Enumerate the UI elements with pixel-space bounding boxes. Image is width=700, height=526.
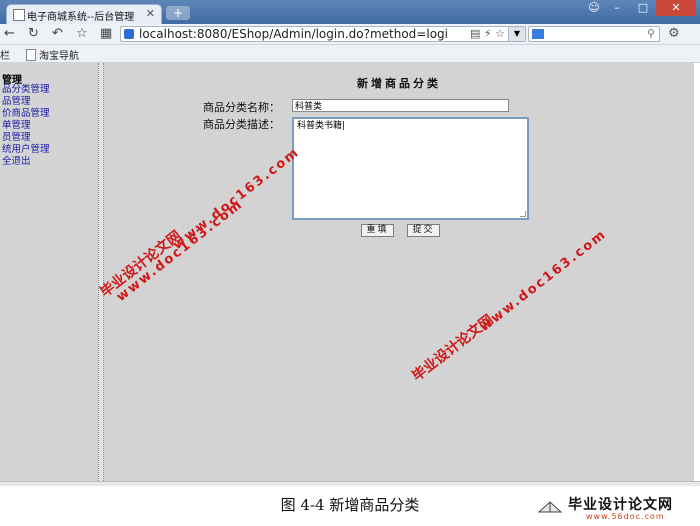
logo-text: 毕业设计论文网 (568, 497, 673, 513)
chevron-down-icon[interactable]: ▼ (508, 27, 525, 41)
admin-sidebar: 管理 品分类管理 品管理 价商品管理 单管理 员管理 统用户管理 全退出 (0, 63, 98, 481)
site-logo: 毕业设计论文网 www.56doc.com (538, 494, 698, 524)
text-cursor: | (342, 121, 346, 131)
category-desc-value: 科普类书籍 (297, 121, 343, 131)
window-controls: ☺ – □ ✕ (584, 0, 696, 16)
address-url[interactable]: localhost:8080/EShop/Admin/login.do?meth… (139, 27, 464, 41)
sidebar-menu: 品分类管理 品管理 价商品管理 单管理 员管理 统用户管理 全退出 (2, 84, 50, 168)
tab-title: 电子商城系统--后台管理 (27, 12, 135, 23)
minimize-icon[interactable]: – (604, 0, 630, 16)
maximize-icon[interactable]: □ (630, 0, 656, 16)
main-content: 新增商品分类 商品分类名称： 商品分类描述： 科普类书籍| 重填 提交 (104, 63, 694, 481)
profile-icon[interactable]: ☺ (584, 0, 604, 16)
bookmark-item[interactable]: 栏 (0, 47, 10, 62)
page-title: 新增商品分类 (357, 77, 441, 90)
close-window-icon[interactable]: ✕ (656, 0, 696, 16)
close-tab-icon[interactable]: ✕ (146, 7, 155, 20)
sidebar-item-category[interactable]: 品分类管理 (2, 84, 50, 96)
reload-icon[interactable]: ↻ (28, 26, 39, 41)
search-engine-icon[interactable] (532, 29, 544, 39)
address-bar-action-icons[interactable]: ▤ ⚡ ☆ (470, 27, 505, 40)
category-name-input[interactable] (292, 99, 509, 112)
wrench-icon[interactable]: ⚙ (668, 26, 680, 41)
book-logo-icon (538, 501, 562, 513)
address-bar[interactable]: localhost:8080/EShop/Admin/login.do?meth… (120, 26, 526, 42)
apps-icon[interactable]: ▦ (100, 26, 112, 41)
browser-tab[interactable]: 电子商城系统--后台管理 ✕ (6, 4, 162, 24)
sidebar-item-products[interactable]: 品管理 (2, 96, 50, 108)
sidebar-item-logout[interactable]: 全退出 (2, 156, 50, 168)
bookmark-taobao[interactable]: 淘宝导航 (26, 47, 79, 62)
bookmarks-bar: 栏 淘宝导航 (0, 45, 700, 63)
browser-tabstrip: 电子商城系统--后台管理 ✕ + ☺ – □ ✕ (0, 0, 700, 24)
page-icon (13, 9, 25, 21)
page-icon (26, 49, 36, 61)
resize-grip-icon[interactable] (520, 211, 526, 217)
sidebar-item-system-users[interactable]: 统用户管理 (2, 144, 50, 156)
back-icon[interactable]: ← (4, 26, 15, 41)
undo-icon[interactable]: ↶ (52, 26, 63, 41)
sidebar-item-members[interactable]: 员管理 (2, 132, 50, 144)
sidebar-item-special-price[interactable]: 价商品管理 (2, 108, 50, 120)
bookmark-label: 淘宝导航 (39, 51, 79, 62)
reset-button[interactable]: 重填 (361, 224, 394, 237)
logo-url: www.56doc.com (586, 512, 665, 521)
new-tab-button[interactable]: + (166, 6, 190, 20)
sidebar-item-orders[interactable]: 单管理 (2, 120, 50, 132)
category-desc-label: 商品分类描述： (203, 118, 280, 131)
submit-button[interactable]: 提交 (407, 224, 440, 237)
search-box[interactable]: ⚲ (528, 26, 660, 42)
site-favicon-icon (124, 29, 134, 39)
status-bar (0, 481, 700, 486)
category-desc-textarea[interactable]: 科普类书籍| (292, 117, 529, 220)
browser-toolbar: ← ↻ ↶ ☆ ▦ localhost:8080/EShop/Admin/log… (0, 24, 700, 45)
category-name-label: 商品分类名称： (203, 101, 280, 114)
page-viewport: 管理 品分类管理 品管理 价商品管理 单管理 员管理 统用户管理 全退出 新增商… (0, 63, 700, 481)
search-icon[interactable]: ⚲ (647, 27, 655, 40)
bookmark-star-icon[interactable]: ☆ (76, 26, 88, 41)
